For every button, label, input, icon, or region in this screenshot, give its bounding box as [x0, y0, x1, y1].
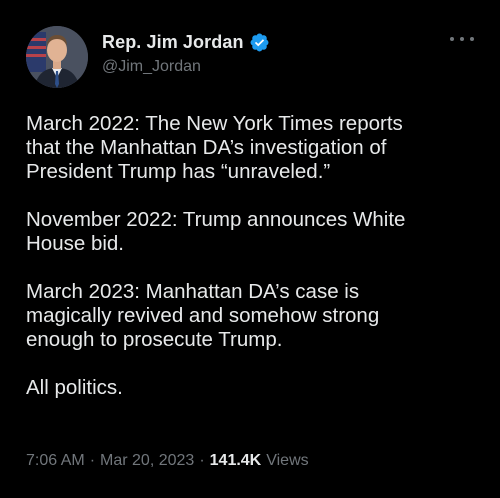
avatar-image	[26, 26, 88, 88]
tweet-text: March 2022: The New York Times reports t…	[26, 112, 406, 399]
author-name-row[interactable]: Rep. Jim Jordan	[102, 30, 270, 54]
more-options-icon[interactable]	[450, 32, 474, 46]
views-count[interactable]: 141.4K	[210, 452, 262, 470]
meta-separator: ·	[199, 452, 205, 469]
more-dot	[460, 37, 464, 41]
more-dot	[470, 37, 474, 41]
author-handle[interactable]: @Jim_Jordan	[102, 58, 201, 76]
verified-check-icon	[249, 32, 270, 53]
avatar[interactable]	[26, 26, 88, 88]
views-label[interactable]: Views	[266, 452, 308, 470]
tweet-card: Rep. Jim Jordan @Jim_Jordan March 2022: …	[0, 0, 500, 498]
more-dot	[450, 37, 454, 41]
tweet-time[interactable]: 7:06 AM	[26, 452, 85, 470]
meta-separator: ·	[89, 452, 96, 469]
tweet-header: Rep. Jim Jordan @Jim_Jordan	[26, 24, 476, 90]
tweet-date[interactable]: Mar 20, 2023	[100, 452, 194, 470]
author-display-name[interactable]: Rep. Jim Jordan	[102, 32, 244, 53]
tweet-meta: 7:06 AM · Mar 20, 2023 · 141.4K Views	[26, 452, 309, 470]
